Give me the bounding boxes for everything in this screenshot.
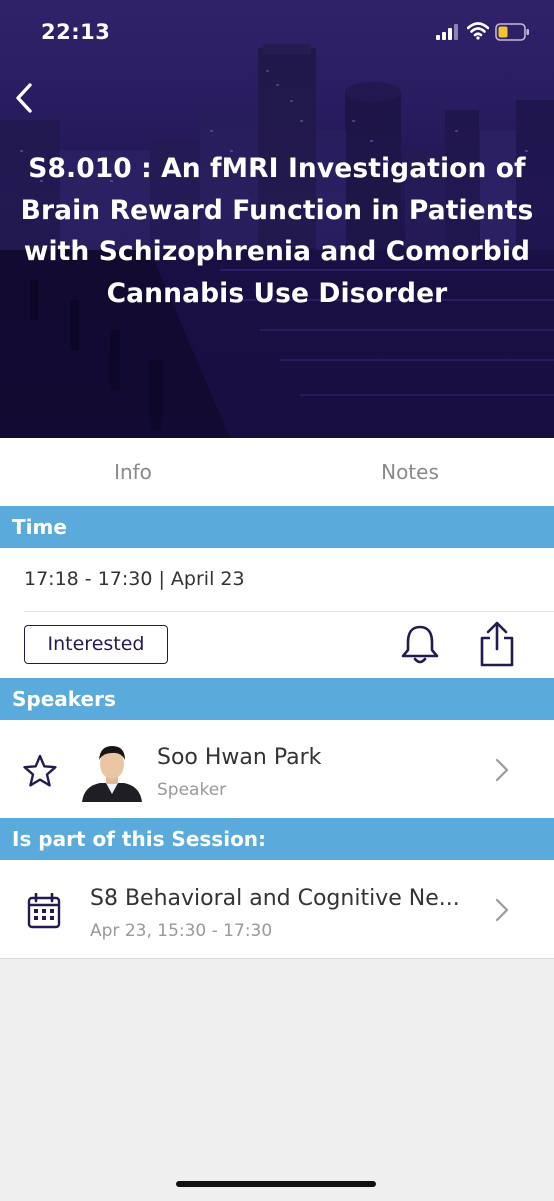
time-section: 17:18 - 17:30 | April 23 Interested [0,548,554,678]
back-chevron-icon[interactable] [8,80,44,116]
tab-bar: Info Notes [0,438,554,506]
battery-icon [495,23,529,41]
status-bar: 22:13 [0,0,554,66]
time-section-title: Time [12,515,67,539]
calendar-icon [27,893,61,929]
status-time: 22:13 [41,20,111,44]
speaker-name: Soo Hwan Park [157,745,322,770]
share-icon[interactable] [476,621,518,667]
session-section-title: Is part of this Session: [12,827,267,851]
speakers-section-title: Speakers [12,687,116,711]
interested-button[interactable]: Interested [24,625,168,664]
hero-header: 22:13 S8.010 : An fMRI Investigation of … [0,0,554,438]
avatar [80,742,144,802]
star-icon[interactable] [22,754,58,788]
event-time: 17:18 - 17:30 | April 23 [24,568,245,590]
bell-icon[interactable] [398,623,442,667]
session-title: S8 Behavioral and Cognitive Ne... [90,886,460,911]
session-row[interactable]: S8 Behavioral and Cognitive Ne... Apr 23… [0,860,554,958]
divider [24,611,554,612]
chevron-right-icon [495,898,509,922]
wifi-icon [467,22,489,40]
session-section-header: Is part of this Session: [0,818,554,860]
speaker-role: Speaker [157,780,227,800]
empty-area [0,958,554,1201]
cellular-signal-icon [436,24,458,40]
speakers-section-header: Speakers [0,678,554,720]
tab-info[interactable]: Info [0,460,266,484]
home-indicator[interactable] [176,1181,376,1187]
session-time: Apr 23, 15:30 - 17:30 [90,921,273,941]
time-section-header: Time [0,506,554,548]
event-title: S8.010 : An fMRI Investigation of Brain … [20,153,534,309]
chevron-right-icon [495,758,509,782]
speaker-row[interactable]: Soo Hwan Park Speaker [0,720,554,818]
tab-notes[interactable]: Notes [284,460,536,484]
